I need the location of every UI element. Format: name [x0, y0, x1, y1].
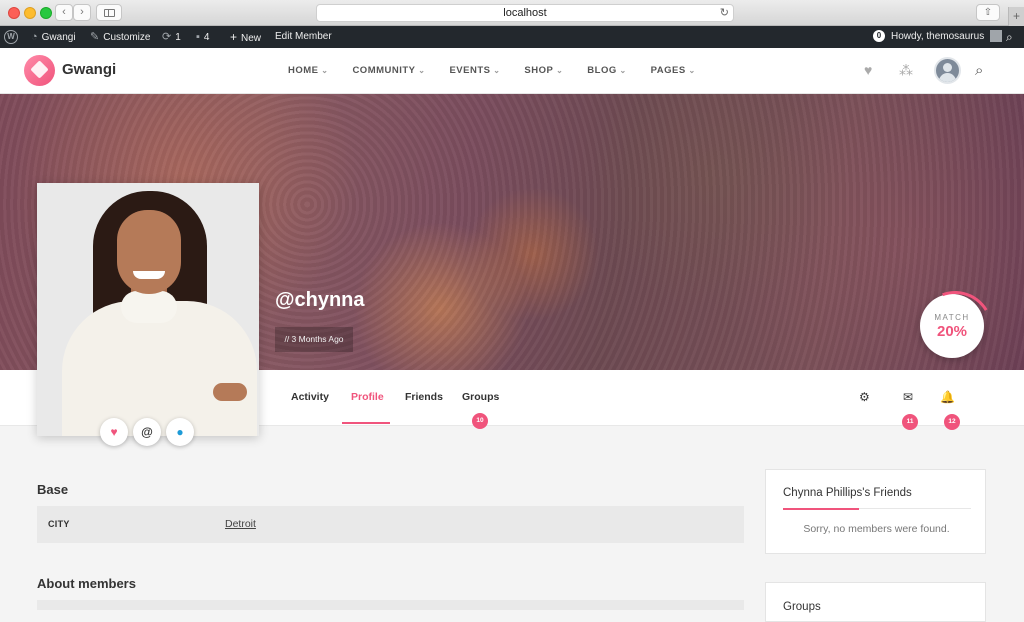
avatar-head: [943, 63, 952, 72]
chevron-right-icon: ›: [80, 6, 84, 18]
admin-comments-link[interactable]: ▪ 4: [196, 26, 209, 48]
admin-customize-link[interactable]: ✎ Customize: [90, 26, 150, 48]
messages-icon[interactable]: ✉: [903, 390, 913, 404]
nav-item-blog[interactable]: BLOG: [587, 65, 626, 76]
forward-button[interactable]: ›: [73, 4, 91, 21]
chevron-left-icon: ‹: [62, 6, 66, 18]
updates-icon: ⟳: [162, 31, 172, 43]
plus-icon: +: [230, 30, 238, 44]
mention-button[interactable]: @: [133, 418, 161, 446]
dashboard-icon: ◔: [31, 31, 38, 43]
admin-bar: W ◔ Gwangi ✎ Customize ⟳ 1 ▪ 4 + New Edit Mem…: [0, 26, 1024, 48]
wordpress-logo-icon[interactable]: W: [4, 30, 18, 44]
admin-comments-count: 4: [203, 32, 210, 43]
search-icon[interactable]: ⌕: [975, 62, 983, 79]
comment-icon: ▪: [196, 31, 200, 43]
about-section-title: About members: [37, 576, 136, 591]
admin-avatar-icon: [990, 30, 1003, 43]
admin-customize-label: Customize: [103, 32, 151, 43]
zoom-window-button[interactable]: [40, 7, 52, 19]
avatar-shoulders: [939, 73, 956, 82]
active-tab-indicator: [342, 422, 390, 424]
last-active-label: // 3 Months Ago: [275, 327, 353, 352]
groups-widget-title: Groups: [783, 601, 821, 613]
friends-widget-title: Chynna Phillips's Friends: [783, 487, 912, 499]
messages-count-badge: 11: [902, 414, 918, 430]
address-bar[interactable]: localhost ↻: [316, 4, 734, 22]
portrait-hand: [213, 383, 247, 401]
admin-search-icon[interactable]: ⌕: [1006, 26, 1013, 48]
friends-widget: Chynna Phillips's Friends Sorry, no memb…: [765, 469, 986, 554]
message-button[interactable]: ●: [166, 418, 194, 446]
field-value-link[interactable]: Detroit: [225, 518, 256, 530]
admin-site-name: Gwangi: [41, 32, 76, 43]
profile-actions: ♥ @ ●: [100, 418, 194, 446]
admin-edit-member-link[interactable]: Edit Member: [275, 26, 332, 48]
heart-icon[interactable]: ♥: [864, 62, 872, 78]
friends-empty-message: Sorry, no members were found.: [803, 523, 950, 535]
profile-photo: [37, 183, 259, 436]
profile-username: @chynna: [275, 289, 365, 311]
share-icon: ⇧: [983, 7, 993, 18]
admin-new-link[interactable]: + New: [230, 26, 261, 48]
portrait-smile: [133, 271, 165, 279]
groups-count-badge: 10: [472, 413, 488, 429]
close-window-button[interactable]: [8, 7, 20, 19]
nav-item-shop[interactable]: SHOP: [524, 65, 563, 76]
brush-icon: ✎: [90, 31, 100, 43]
main-navigation: HOME COMMUNITY EVENTS SHOP BLOG PAGES: [288, 65, 720, 76]
profile-field-row: CITY Detroit: [37, 506, 744, 543]
new-tab-button[interactable]: +: [1008, 7, 1024, 26]
nav-item-home[interactable]: HOME: [288, 65, 328, 76]
back-button[interactable]: ‹: [55, 4, 73, 21]
portrait-face: [117, 210, 181, 294]
match-badge: MATCH 20%: [920, 294, 984, 358]
match-value: 20%: [936, 323, 968, 340]
admin-updates-link[interactable]: ⟳ 1: [162, 26, 181, 48]
admin-updates-count: 1: [175, 32, 181, 43]
reload-icon[interactable]: ↻: [720, 5, 729, 21]
portrait-collar: [121, 291, 177, 323]
tab-groups[interactable]: Groups: [462, 391, 499, 403]
admin-new-label: New: [241, 33, 262, 44]
site-brand[interactable]: Gwangi: [62, 61, 116, 78]
base-section-title: Base: [37, 482, 69, 497]
minimize-window-button[interactable]: [24, 7, 36, 19]
at-icon: @: [141, 425, 153, 439]
site-header: Gwangi HOME COMMUNITY EVENTS SHOP BLOG P…: [0, 48, 1024, 94]
nav-item-community[interactable]: COMMUNITY: [352, 65, 425, 76]
url-text: localhost: [503, 7, 547, 19]
widget-divider-accent: [783, 508, 859, 510]
user-avatar[interactable]: [934, 57, 961, 84]
notifications-count-badge: 12: [944, 414, 960, 430]
match-label: MATCH: [934, 313, 970, 322]
nav-item-pages[interactable]: PAGES: [651, 65, 696, 76]
notifications-count-badge: 0: [873, 30, 885, 43]
sidebar-toggle-button[interactable]: [96, 4, 122, 21]
chat-icon: ●: [176, 425, 184, 439]
share-button[interactable]: ⇧: [976, 4, 1000, 21]
field-name: CITY: [48, 519, 70, 529]
tab-activity[interactable]: Activity: [291, 391, 329, 403]
sidebar-icon: [104, 9, 115, 17]
like-button[interactable]: ♥: [100, 418, 128, 446]
tab-friends[interactable]: Friends: [405, 391, 443, 403]
groups-icon[interactable]: ⁂: [899, 62, 913, 79]
nav-item-events[interactable]: EVENTS: [449, 65, 500, 76]
admin-site-link[interactable]: ◔ Gwangi: [31, 26, 76, 48]
tab-profile[interactable]: Profile: [351, 391, 384, 403]
gwangi-logo-icon[interactable]: [24, 55, 55, 86]
about-field-row: [37, 600, 744, 610]
heart-icon: ♥: [110, 425, 118, 439]
browser-toolbar: ‹ › localhost ↻ ⇧ +: [0, 0, 1024, 26]
settings-icon[interactable]: ⚙: [859, 390, 870, 404]
admin-edit-member-label: Edit Member: [275, 31, 332, 42]
groups-widget: Groups: [765, 582, 986, 622]
admin-account-menu[interactable]: 0 Howdy, themosaurus: [873, 26, 1003, 48]
admin-greeting: Howdy, themosaurus: [891, 31, 985, 42]
bell-icon[interactable]: 🔔: [940, 390, 955, 404]
